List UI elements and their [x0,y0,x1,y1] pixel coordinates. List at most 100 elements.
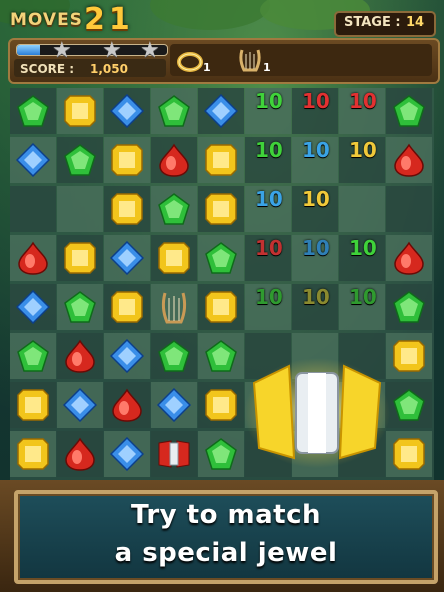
board-cell[interactable] [198,137,244,183]
red-gem-icon [394,143,424,177]
ring-item-button[interactable]: 1 [174,44,214,76]
board-cell[interactable] [57,137,103,183]
special-jewel-effect [244,358,390,468]
board-cell[interactable] [386,431,432,477]
yellow-gem-icon [205,144,237,176]
board-cell[interactable] [10,333,56,379]
harp-item-button[interactable]: 1 [234,44,274,76]
yellow-gem-icon [205,291,237,323]
harp-jewel-icon [161,292,187,324]
blue-gem-icon [110,437,144,471]
blue-gem-icon [110,339,144,373]
board-cell[interactable] [386,137,432,183]
yellow-gem-icon [205,193,237,225]
yellow-gem-icon [17,438,49,470]
tutorial-line-1: Try to match [130,500,322,530]
score-popup: 10 [302,236,330,260]
green-gem-icon [393,291,425,323]
ring-count: 1 [203,61,211,74]
yellow-gem-icon [111,144,143,176]
blue-gem-icon [16,143,50,177]
score-popup: 10 [255,187,283,211]
board-cell[interactable] [198,431,244,477]
board-cell[interactable] [151,382,197,428]
board-cell[interactable] [198,88,244,134]
board-cell[interactable] [10,431,56,477]
board-cell[interactable] [386,333,432,379]
board-cell[interactable] [57,333,103,379]
board-cell[interactable] [10,137,56,183]
green-gem-icon [17,95,49,127]
board-cell[interactable] [104,333,150,379]
score-progress-fill [17,45,40,55]
board-cell[interactable] [151,235,197,281]
stage-value: 14 [406,15,425,30]
red-gem-icon [65,437,95,471]
red-gem-icon [18,241,48,275]
tutorial-dialog: Try to match a special jewel [14,490,438,584]
yellow-gem-icon [111,291,143,323]
board-cell[interactable] [151,284,197,330]
score-popup: 10 [302,138,330,162]
board-cell[interactable] [104,186,150,232]
score-popup: 10 [349,285,377,309]
board-cell[interactable] [151,137,197,183]
board-cell [57,186,103,232]
board-cell[interactable] [104,137,150,183]
score-popup: 10 [255,285,283,309]
board-cell[interactable] [104,284,150,330]
red-gem-icon [394,241,424,275]
board-cell[interactable] [57,431,103,477]
item-tray: 1 1 [170,44,432,76]
moves-label: MOVES [10,10,83,30]
board-cell[interactable] [10,284,56,330]
score-popup: 10 [349,89,377,113]
board-cell[interactable] [10,88,56,134]
blue-gem-icon [110,241,144,275]
ring-icon [177,52,203,72]
status-panel: ★ ★ ★ SCORE : 1,050 1 1 [8,38,440,84]
blue-gem-icon [63,388,97,422]
board-cell[interactable] [151,333,197,379]
blue-gem-icon [16,290,50,324]
stage-indicator: STAGE : 14 [334,11,436,37]
blue-gem-icon [204,94,238,128]
green-gem-icon [205,242,237,274]
board-cell[interactable] [57,235,103,281]
board-cell[interactable] [198,333,244,379]
board-cell[interactable] [151,431,197,477]
board-cell[interactable] [104,431,150,477]
board-cell[interactable] [104,235,150,281]
score-popup: 10 [349,236,377,260]
board-cell[interactable] [10,235,56,281]
yellow-gem-icon [111,193,143,225]
board-cell [339,186,385,232]
green-gem-icon [158,340,190,372]
yellow-gem-icon [17,389,49,421]
board-cell[interactable] [57,284,103,330]
moves-counter: 21 [84,2,134,37]
board-cell[interactable] [151,88,197,134]
board-cell[interactable] [104,88,150,134]
board-cell[interactable] [386,88,432,134]
board-cell[interactable] [57,88,103,134]
yellow-gem-icon [393,340,425,372]
yellow-gem-icon [205,389,237,421]
board-cell[interactable] [57,382,103,428]
board-cell[interactable] [198,382,244,428]
board-cell[interactable] [198,186,244,232]
board-cell[interactable] [151,186,197,232]
green-gem-icon [17,340,49,372]
board-cell[interactable] [386,235,432,281]
red-gem-icon [65,339,95,373]
board-cell[interactable] [10,382,56,428]
yellow-gem-icon [64,95,96,127]
board-cell[interactable] [198,284,244,330]
board-cell[interactable] [198,235,244,281]
score-popup: 10 [302,89,330,113]
board-cell[interactable] [104,382,150,428]
green-gem-icon [205,340,237,372]
green-gem-icon [64,144,96,176]
board-cell[interactable] [386,284,432,330]
board-cell[interactable] [386,382,432,428]
